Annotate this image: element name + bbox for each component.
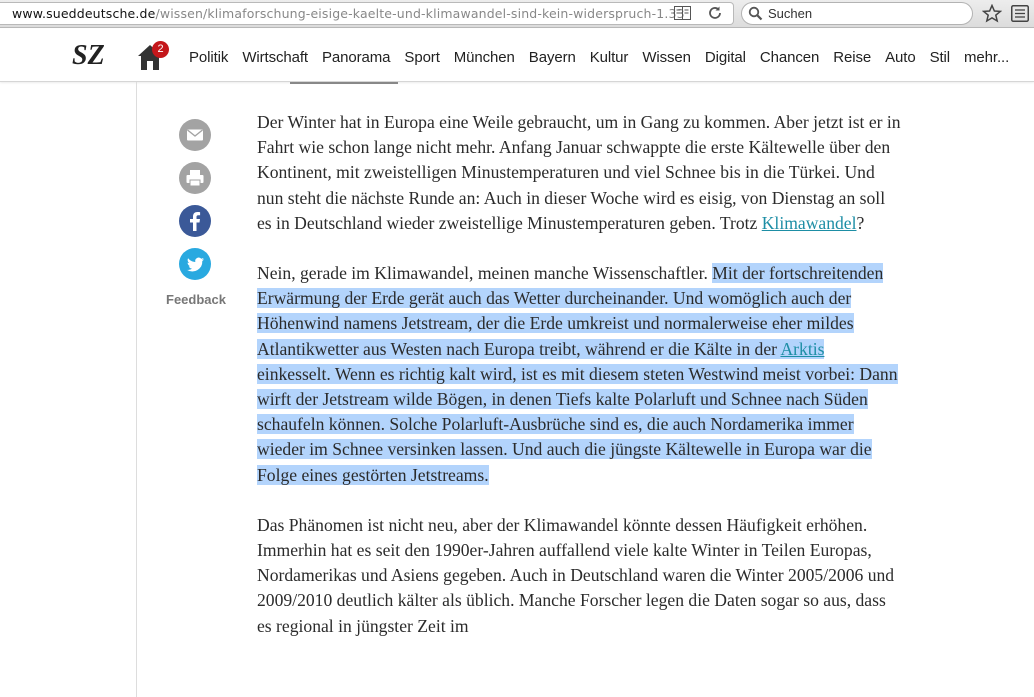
nav-item-wirtschaft[interactable]: Wirtschaft	[242, 49, 308, 66]
main-navigation: Politik Wirtschaft Panorama Sport München Bay…	[189, 49, 1023, 66]
url-path: /wissen/klimaforschung-eisige-kaelte-und…	[155, 6, 685, 21]
facebook-icon	[190, 212, 201, 231]
link-klimawandel[interactable]: Klimawandel	[762, 213, 857, 233]
content-divider	[136, 82, 137, 697]
site-header: SZ 2 Politik Wirtschaft Panorama Sport Münch…	[0, 29, 1034, 82]
share-mail-button[interactable]	[179, 119, 211, 151]
reload-icon[interactable]	[707, 5, 723, 21]
nav-item-stil[interactable]: Stil	[930, 49, 951, 66]
nav-item-münchen[interactable]: München	[454, 49, 515, 66]
nav-item-sport[interactable]: Sport	[404, 49, 439, 66]
nav-item-panorama[interactable]: Panorama	[322, 49, 391, 66]
article-paragraph-1: Der Winter hat in Europa eine Weile gebr…	[257, 112, 901, 233]
share-facebook-button[interactable]	[179, 205, 211, 237]
search-icon	[748, 6, 763, 21]
twitter-icon	[187, 257, 204, 272]
reader-icon[interactable]	[674, 6, 691, 20]
browser-toolbar: www.sueddeutsche.de/wissen/klimaforschun…	[0, 0, 1034, 28]
share-twitter-button[interactable]	[179, 248, 211, 280]
nav-item-bayern[interactable]: Bayern	[529, 49, 576, 66]
notification-badge: 2	[152, 41, 169, 58]
search-input[interactable]: Suchen	[741, 2, 973, 25]
share-print-button[interactable]	[179, 162, 211, 194]
link-arktis[interactable]: Arktis	[780, 339, 824, 359]
bookmark-star-icon[interactable]	[982, 4, 1002, 23]
address-bar[interactable]: www.sueddeutsche.de/wissen/klimaforschun…	[0, 2, 734, 25]
nav-item-auto[interactable]: Auto	[885, 49, 916, 66]
svg-text:SZ: SZ	[72, 42, 105, 68]
nav-item-kultur[interactable]: Kultur	[590, 49, 629, 66]
nav-item-chancen[interactable]: Chancen	[760, 49, 819, 66]
article-body: Der Winter hat in Europa eine Weile gebr…	[257, 110, 902, 664]
article-paragraph-3: Das Phänomen ist nicht neu, aber der Kli…	[257, 514, 895, 636]
nav-item-politik[interactable]: Politik	[189, 49, 228, 66]
nav-item-reise[interactable]: Reise	[833, 49, 871, 66]
article-paragraph-2: Nein, gerade im Klimawandel, meinen manc…	[257, 263, 898, 485]
nav-item-mehr[interactable]: mehr...	[964, 49, 1009, 66]
selected-text: Mit der fortschreitenden Erwärmung der E…	[257, 263, 898, 485]
print-icon	[186, 170, 204, 187]
image-caption-fragment	[290, 82, 398, 84]
feedback-link[interactable]: Feedback	[166, 292, 226, 307]
mail-icon	[187, 129, 203, 141]
sz-logo[interactable]: SZ	[71, 42, 115, 68]
nav-item-wissen[interactable]: Wissen	[642, 49, 691, 66]
url-host: www.sueddeutsche.de	[12, 6, 156, 21]
search-placeholder: Suchen	[768, 6, 813, 21]
reading-list-icon[interactable]	[1011, 5, 1029, 22]
nav-item-digital[interactable]: Digital	[705, 49, 746, 66]
